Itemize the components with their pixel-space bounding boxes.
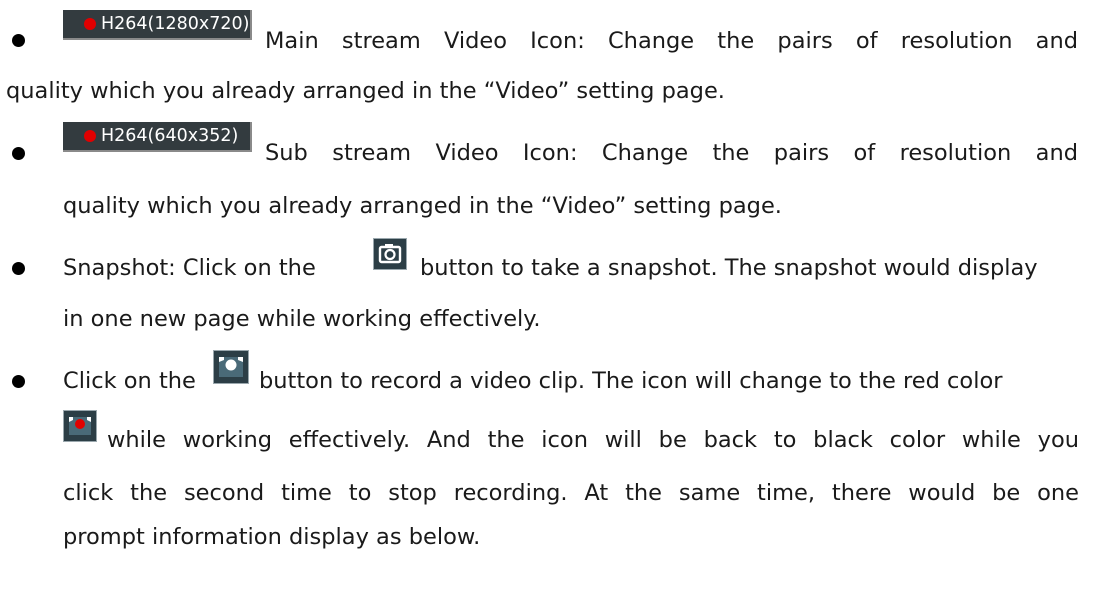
bullet	[12, 375, 25, 388]
snapshot-text-cont: in one new page while working effectivel…	[63, 306, 541, 332]
snapshot-text-after: button to take a snapshot. The snapshot …	[420, 255, 1038, 281]
record-text-after: button to record a video clip. The icon …	[259, 368, 1003, 394]
record-dot-icon	[84, 130, 96, 142]
record-text-line4: prompt information display as below.	[63, 524, 481, 550]
main-stream-video-button[interactable]: H264(1280x720)	[63, 10, 252, 40]
bullet	[12, 34, 25, 47]
main-stream-description-cont: quality which you already arranged in th…	[6, 78, 725, 104]
snapshot-text-before: Snapshot: Click on the	[63, 255, 316, 281]
bullet	[12, 147, 25, 160]
sub-stream-codec-label: H264(640x352)	[101, 126, 239, 146]
sub-stream-video-button[interactable]: H264(640x352)	[63, 122, 252, 152]
camera-snapshot-icon[interactable]	[373, 238, 407, 270]
record-icon[interactable]	[213, 350, 249, 384]
record-active-icon	[63, 410, 97, 442]
record-text-line3: click the second time to stop recording.…	[63, 480, 1079, 506]
bullet	[12, 262, 25, 275]
sub-stream-description-cont: quality which you already arranged in th…	[63, 193, 782, 219]
record-text-before: Click on the	[63, 368, 196, 394]
sub-stream-description: Sub stream Video Icon: Change the pairs …	[265, 140, 1078, 166]
main-stream-codec-label: H264(1280x720)	[101, 14, 250, 34]
main-stream-description: Main stream Video Icon: Change the pairs…	[265, 28, 1078, 54]
record-text-line2: while working effectively. And the icon …	[107, 427, 1079, 453]
record-dot-icon	[84, 18, 96, 30]
